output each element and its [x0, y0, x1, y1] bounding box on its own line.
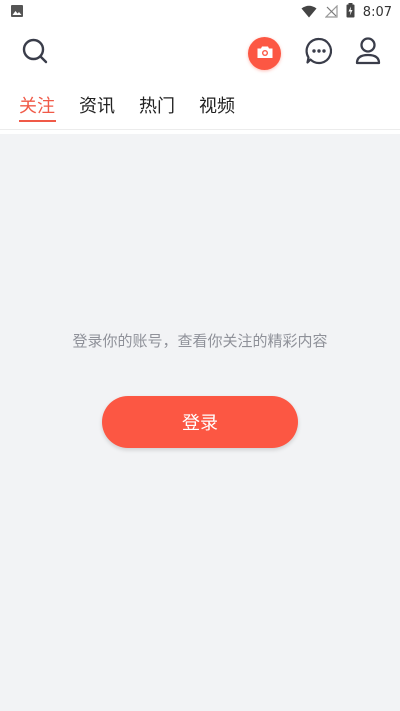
message-icon: [304, 36, 334, 70]
status-left: [10, 3, 24, 22]
tab-hot[interactable]: 热门: [139, 92, 175, 118]
wifi-icon: [301, 3, 317, 22]
status-time: 8:07: [362, 4, 392, 20]
screen: 8:07 关注 资讯 热门 视频 登录你的账号，查看你关注的精彩内容 登录: [0, 0, 400, 711]
tab-news[interactable]: 资讯: [79, 92, 115, 118]
tab-following[interactable]: 关注: [19, 92, 55, 118]
battery-charging-icon: [346, 2, 355, 22]
login-button[interactable]: 登录: [102, 396, 298, 448]
content-area: 登录你的账号，查看你关注的精彩内容 登录: [0, 134, 400, 711]
search-button[interactable]: [18, 36, 52, 70]
status-right: 8:07: [301, 2, 392, 22]
camera-button[interactable]: [248, 37, 281, 70]
status-bar: 8:07: [0, 0, 400, 24]
tab-indicator: [19, 120, 56, 122]
camera-icon: [256, 44, 274, 63]
tab-bar: 关注 资讯 热门 视频: [0, 88, 400, 130]
no-signal-icon: [324, 3, 338, 22]
top-bar: [0, 28, 400, 76]
user-icon: [355, 36, 381, 70]
tab-video[interactable]: 视频: [199, 92, 235, 118]
message-button[interactable]: [302, 36, 336, 70]
user-button[interactable]: [352, 36, 384, 70]
login-hint: 登录你的账号，查看你关注的精彩内容: [72, 332, 328, 350]
search-icon: [21, 37, 49, 69]
image-icon: [10, 3, 24, 22]
